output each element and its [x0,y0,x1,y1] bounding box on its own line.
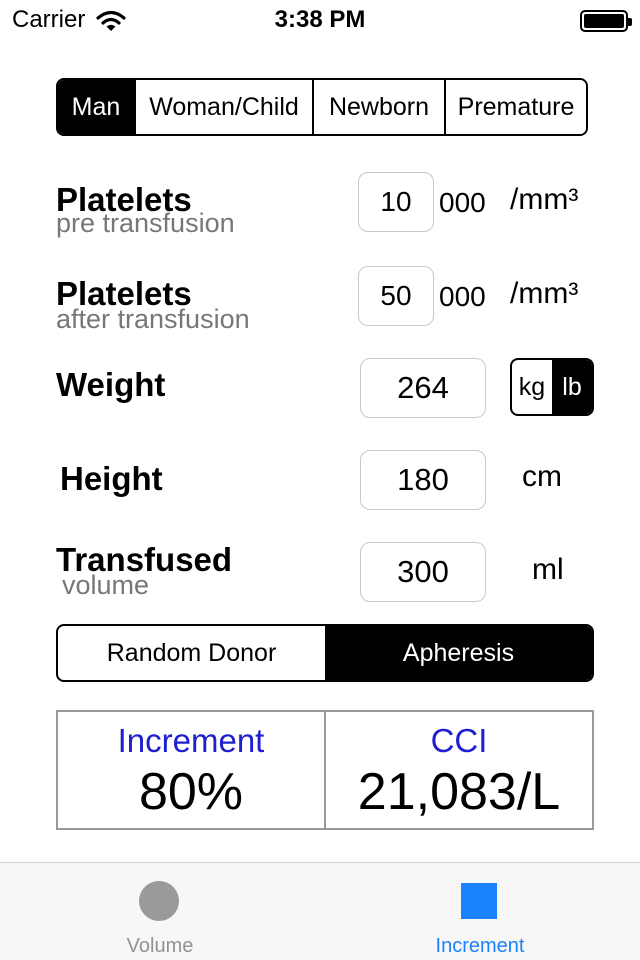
increment-value: 80% [138,763,244,821]
segment-premature[interactable]: Premature [446,80,586,134]
patient-type-segmented-control: Man Woman/Child Newborn Premature [56,78,588,136]
transfused-volume-input[interactable]: 300 [360,542,486,602]
transfused-volume-unit: ml [532,553,564,586]
segment-man[interactable]: Man [58,80,136,134]
weight-unit-toggle: kg lb [510,358,594,416]
platelets-pre-thousands: 000 [439,187,486,218]
battery-icon [580,10,632,32]
platelets-after-unit: /mm³ [510,277,579,310]
results-panel: Increment 80% CCI 21,083/L [56,710,594,830]
platelets-after-input[interactable]: 50 [358,266,434,326]
segment-apheresis[interactable]: Apheresis [325,626,592,680]
platelets-pre-sublabel: pre transfusion [56,208,235,238]
tab-increment-label: Increment [435,935,525,957]
cci-result: CCI 21,083/L [324,712,592,828]
tab-volume[interactable]: Volume [0,863,320,960]
transfused-volume-sublabel: volume [62,570,150,600]
height-unit: cm [522,460,562,493]
weight-label: Weight [56,366,166,403]
segment-random-donor[interactable]: Random Donor [58,626,325,680]
donor-type-segmented-control: Random Donor Apheresis [56,624,594,682]
segment-woman-child[interactable]: Woman/Child [136,80,314,134]
segment-newborn[interactable]: Newborn [314,80,446,134]
platelets-pre-unit: /mm³ [510,183,579,216]
status-bar: Carrier 3:38 PM [0,0,640,40]
tab-volume-label: Volume [126,935,194,957]
tab-increment[interactable]: Increment [320,863,640,960]
square-icon [461,883,497,919]
circle-icon [139,881,179,921]
increment-result: Increment 80% [58,712,324,828]
unit-lb-option[interactable]: lb [552,360,592,414]
height-label: Height [60,460,163,497]
weight-input[interactable]: 264 [360,358,486,418]
unit-kg-option[interactable]: kg [512,360,552,414]
cci-label: CCI [430,722,488,759]
platelets-pre-input[interactable]: 10 [358,172,434,232]
clock: 3:38 PM [274,6,366,33]
platelets-after-thousands: 000 [439,281,486,312]
tab-bar: Volume Increment [0,862,640,960]
cci-value: 21,083/L [357,763,561,821]
increment-label: Increment [117,722,265,759]
platelets-after-sublabel: after transfusion [56,304,250,334]
height-input[interactable]: 180 [360,450,486,510]
